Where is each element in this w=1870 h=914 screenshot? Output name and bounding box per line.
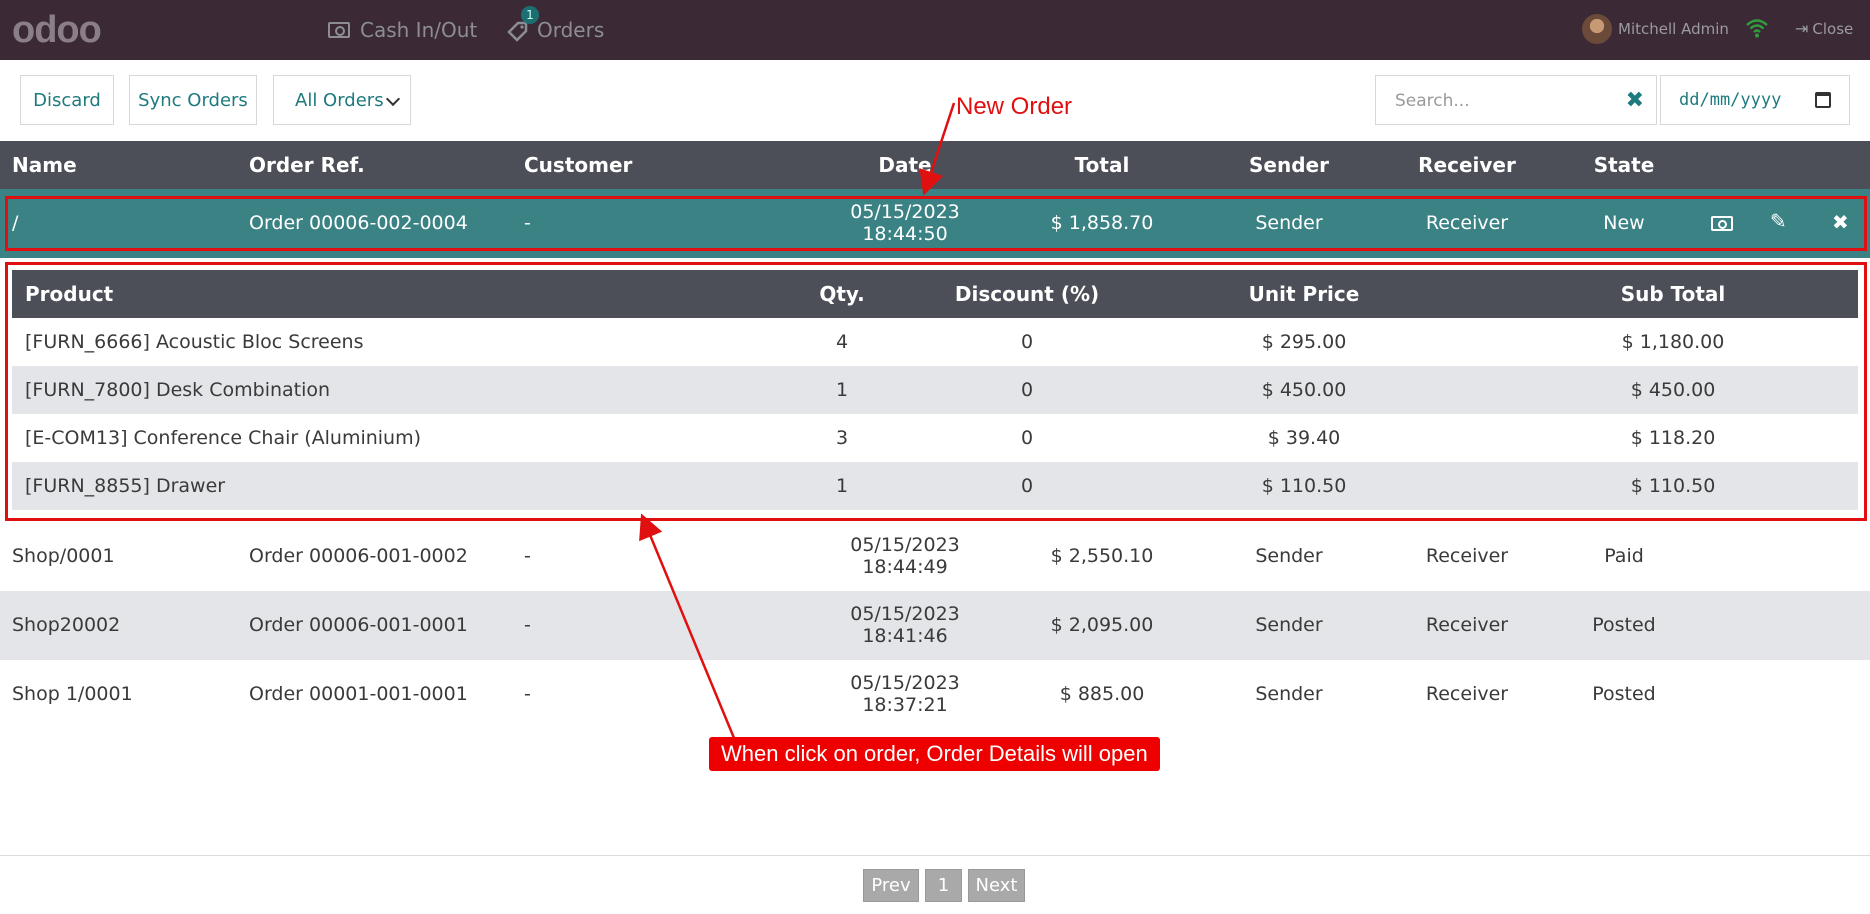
new-order-annotation: New Order [956,93,1073,120]
annotation-arrows [639,102,956,739]
order-details-annotation: When click on order, Order Details will … [709,737,1160,771]
prev-page-button[interactable]: Prev [863,869,919,902]
footer-divider [0,855,1870,856]
page-number-button[interactable]: 1 [925,869,962,902]
next-page-button[interactable]: Next [968,869,1025,902]
